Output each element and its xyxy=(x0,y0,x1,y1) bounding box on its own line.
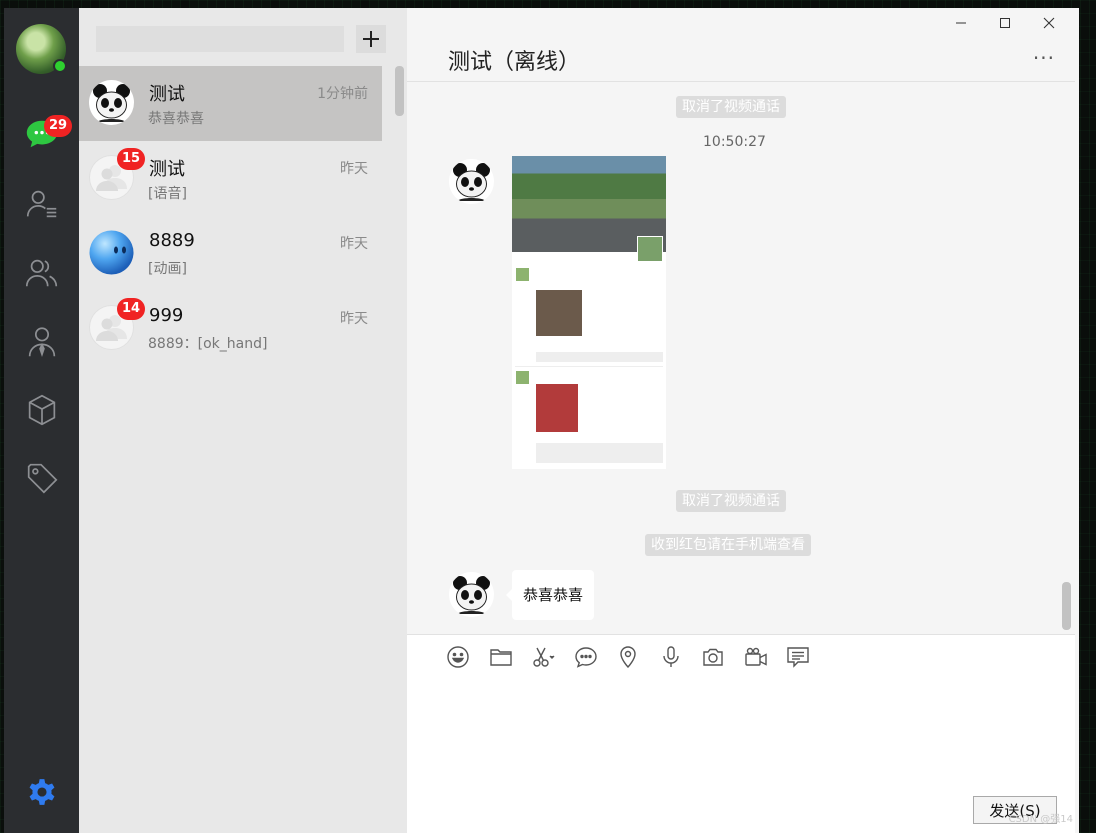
more-options-button[interactable]: ··· xyxy=(1033,46,1055,70)
folder-icon xyxy=(490,649,512,666)
chat-history-button[interactable] xyxy=(565,643,608,671)
speech-bubble-icon xyxy=(575,647,597,668)
add-button[interactable] xyxy=(356,25,386,53)
image-post-avatar xyxy=(516,371,529,384)
conversation-name: 测试 xyxy=(149,84,185,105)
left-navigation-rail: 29 xyxy=(4,8,79,833)
system-message: 取消了视频通话 xyxy=(676,96,786,118)
nav-tags[interactable] xyxy=(4,453,79,503)
sender-avatar xyxy=(449,159,494,204)
message-timestamp: 10:50:27 xyxy=(703,134,766,150)
image-post-avatar xyxy=(516,268,529,281)
conversation-item[interactable]: 8889 昨天 [动画] xyxy=(79,216,382,291)
file-button[interactable] xyxy=(480,643,523,671)
nav-apps[interactable] xyxy=(4,385,79,435)
conversation-name: 测试 xyxy=(149,159,185,180)
camera-button[interactable] xyxy=(692,643,735,671)
image-post-divider xyxy=(515,366,663,367)
image-post-comment-box xyxy=(536,443,663,463)
unread-badge: 14 xyxy=(117,298,146,320)
message-input[interactable] xyxy=(427,679,1057,789)
header-divider xyxy=(407,81,1075,82)
plus-icon xyxy=(363,31,379,47)
image-post-photo xyxy=(536,384,578,432)
unread-chats-badge: 29 xyxy=(44,115,73,137)
image-post-comment-box xyxy=(536,352,663,362)
unread-badge: 15 xyxy=(117,148,146,170)
blue-ball-avatar xyxy=(89,230,134,275)
conversation-item[interactable]: 15 测试 昨天 [语音] xyxy=(79,141,382,216)
scissors-icon xyxy=(533,647,555,667)
conversation-preview: [动画] xyxy=(148,261,187,277)
voice-button[interactable] xyxy=(650,643,693,671)
text-message-bubble[interactable]: 恭喜恭喜 xyxy=(505,570,595,620)
window-controls xyxy=(939,8,1071,40)
screenshot-button[interactable] xyxy=(522,643,565,671)
nav-settings[interactable] xyxy=(4,767,79,817)
chat-title: 测试（离线） xyxy=(448,50,581,75)
conversation-item[interactable]: 测试 1分钟前 恭喜恭喜 xyxy=(79,66,382,141)
nav-contacts[interactable] xyxy=(4,179,79,229)
conversation-item[interactable]: 14 999 昨天 8889：[ok_hand] xyxy=(79,291,382,366)
maximize-icon xyxy=(1000,18,1010,28)
close-icon xyxy=(1043,17,1055,29)
video-camera-icon xyxy=(745,647,767,666)
location-button[interactable] xyxy=(607,643,650,671)
conversation-list-panel: 测试 1分钟前 恭喜恭喜 15 测试 昨天 [语音] 8889 昨天 [动画] … xyxy=(79,8,407,833)
image-message[interactable] xyxy=(512,156,666,469)
conversation-name: 999 xyxy=(149,305,184,326)
minimize-button[interactable] xyxy=(939,8,983,38)
sender-avatar xyxy=(449,572,494,617)
chat-scrollbar[interactable] xyxy=(1062,582,1071,630)
watermark-text: CSDN @强14 xyxy=(1008,814,1073,825)
image-thumbnail-inset xyxy=(637,236,663,262)
messages-button[interactable] xyxy=(777,643,820,671)
system-message: 取消了视频通话 xyxy=(676,490,786,512)
conversation-time: 昨天 xyxy=(340,161,368,177)
nav-official-accounts[interactable] xyxy=(4,317,79,367)
online-status-indicator xyxy=(53,59,67,73)
conversation-name: 8889 xyxy=(149,230,195,251)
group-icon xyxy=(25,259,57,287)
conversation-time: 1分钟前 xyxy=(317,86,368,102)
microphone-icon xyxy=(663,646,679,667)
chat-panel: 测试（离线） ··· 取消了视频通话 10:50:27 取消了视频通话 收到红包… xyxy=(407,8,1079,833)
image-post-photo xyxy=(536,290,582,336)
location-pin-icon xyxy=(620,646,636,669)
conversation-preview: 恭喜恭喜 xyxy=(148,111,204,127)
camera-icon xyxy=(703,648,723,666)
person-tie-icon xyxy=(28,327,55,358)
video-call-button[interactable] xyxy=(735,643,778,671)
system-message: 收到红包请在手机端查看 xyxy=(645,534,811,556)
conversation-list-scrollbar[interactable] xyxy=(395,66,404,116)
close-button[interactable] xyxy=(1027,8,1071,38)
maximize-button[interactable] xyxy=(983,8,1027,38)
minimize-icon xyxy=(956,22,966,24)
message-list-icon xyxy=(787,647,809,668)
chat-app-window: 29 测试 1分钟前 恭喜恭喜 15 测试 昨天 [语音] 8889 昨天 [动… xyxy=(4,8,1079,833)
conversation-preview: 8889：[ok_hand] xyxy=(148,336,268,352)
panda-avatar xyxy=(89,80,134,125)
emoji-icon xyxy=(447,646,469,668)
message-composer: 发送(S) CSDN @强14 xyxy=(407,634,1075,833)
tag-icon xyxy=(27,463,57,494)
conversation-time: 昨天 xyxy=(340,236,368,252)
contacts-list-icon xyxy=(26,190,56,218)
conversation-preview: [语音] xyxy=(148,186,187,202)
composer-toolbar xyxy=(437,643,820,671)
conversation-time: 昨天 xyxy=(340,311,368,327)
cube-icon xyxy=(28,394,55,426)
nav-groups[interactable] xyxy=(4,248,79,298)
gear-icon xyxy=(29,779,54,805)
emoji-button[interactable] xyxy=(437,643,480,671)
search-input[interactable] xyxy=(96,26,344,52)
